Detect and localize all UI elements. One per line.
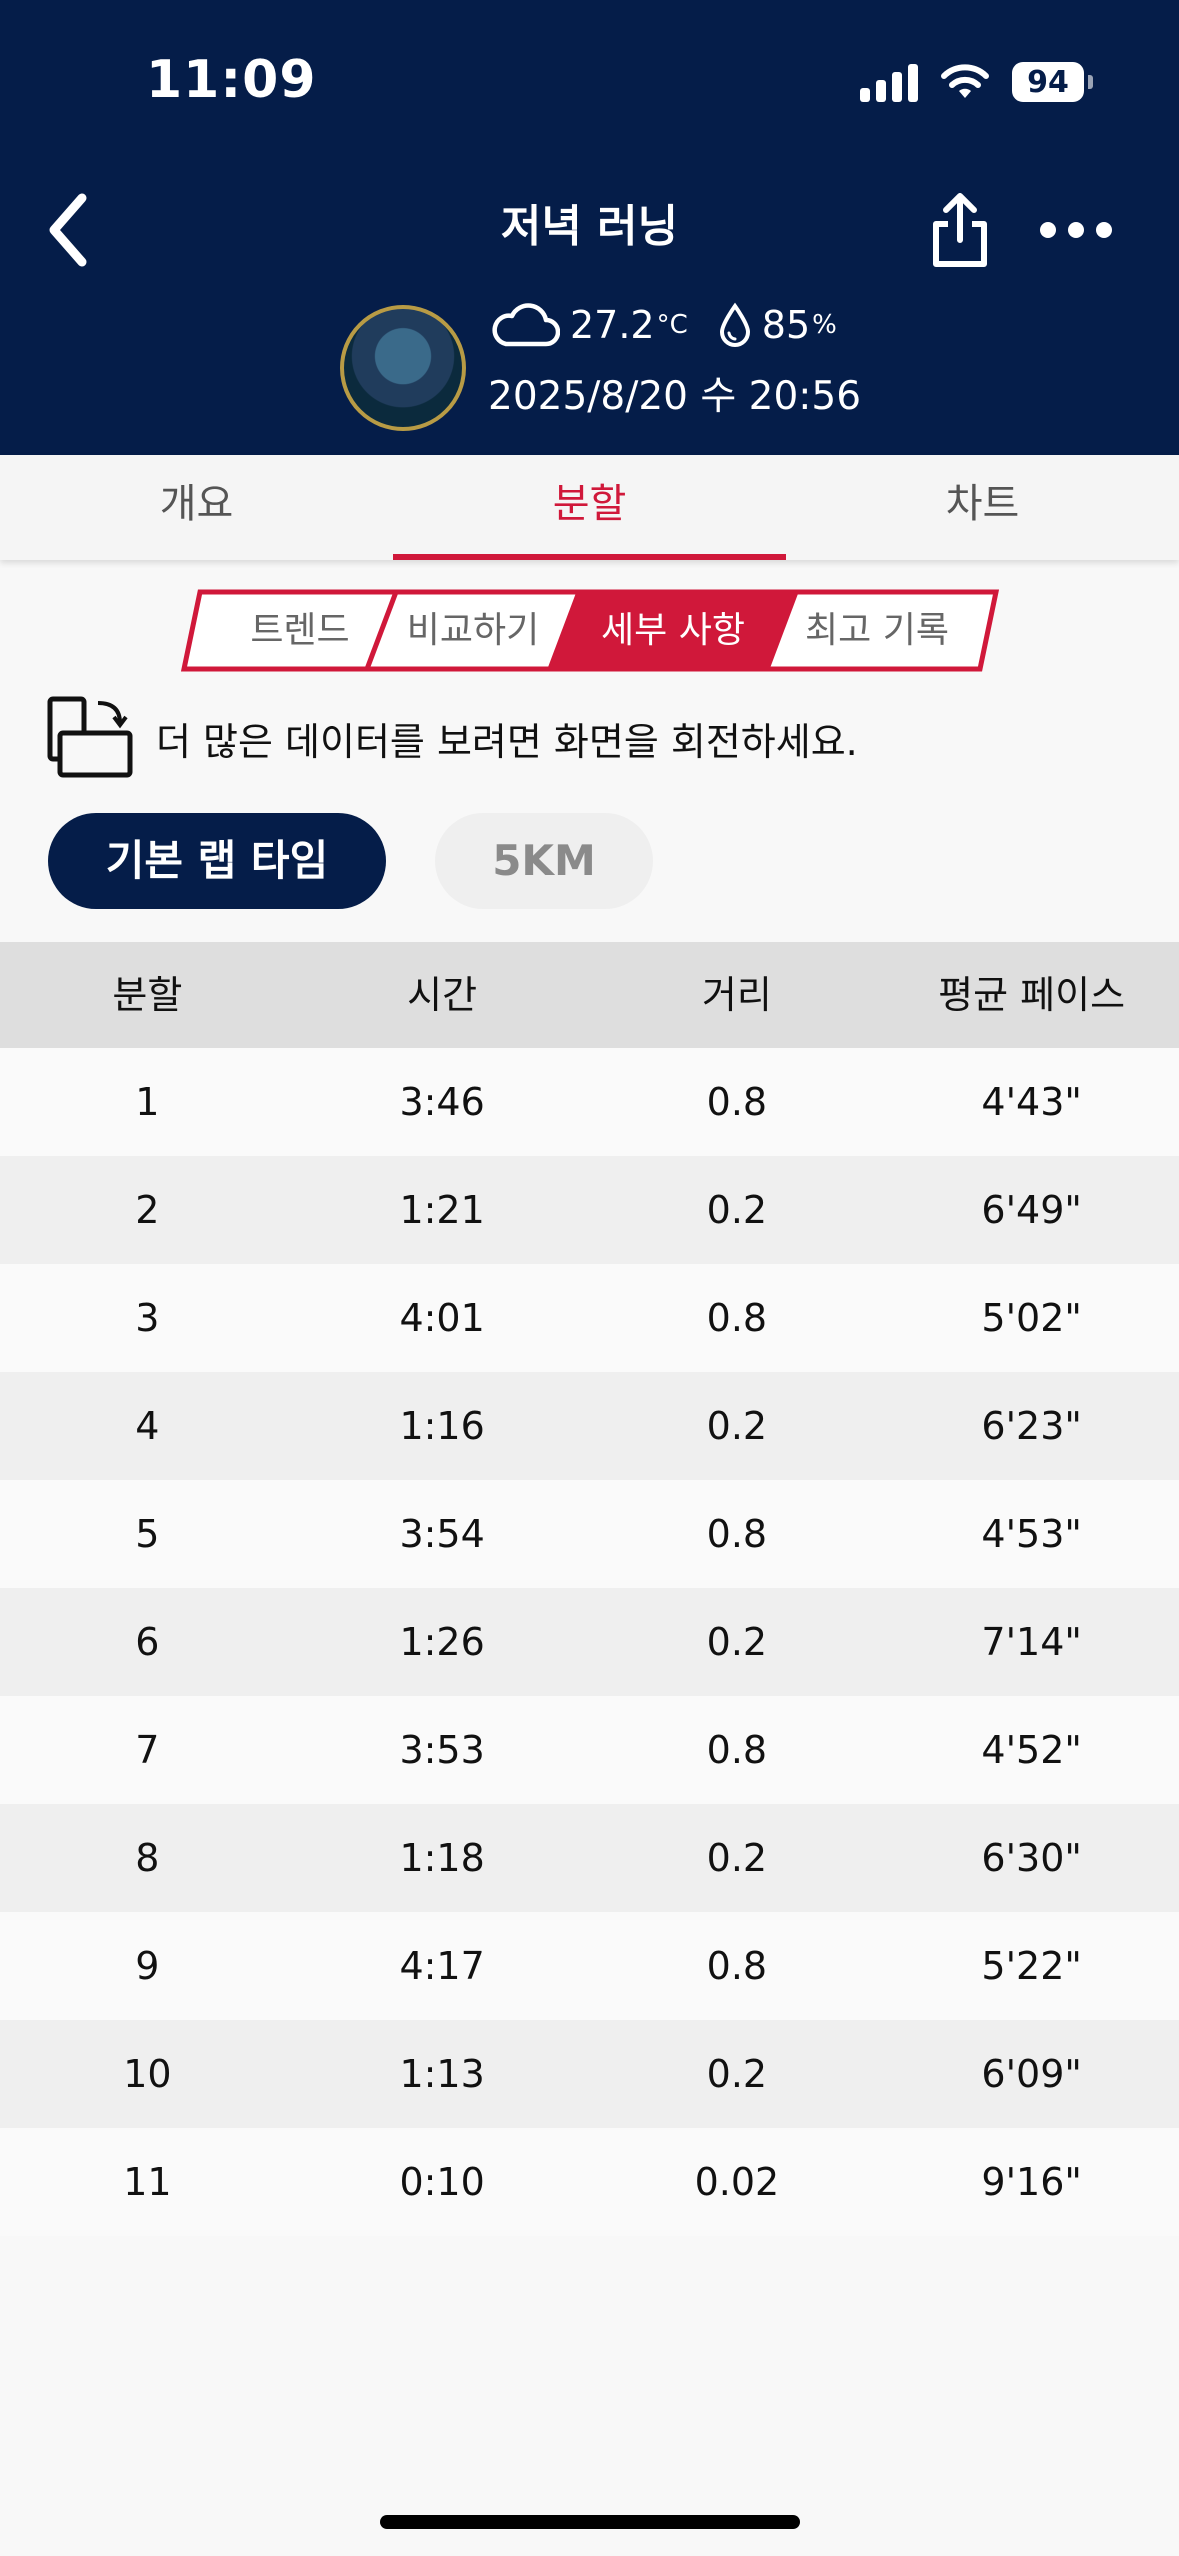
main-tabs: 개요 분할 차트: [0, 455, 1179, 560]
temperature-unit: °C: [656, 310, 688, 340]
table-row: 6 1:26 0.2 7'14": [0, 1588, 1179, 1696]
humidity-unit: %: [812, 310, 837, 340]
temperature-value: 27.2: [570, 303, 655, 347]
home-indicator: [380, 2515, 800, 2529]
split-number: 7: [135, 1728, 160, 1772]
split-number: 10: [123, 2052, 172, 2096]
header-avg-pace: 평균 페이스: [938, 973, 1126, 1017]
split-distance: 0.2: [706, 1620, 768, 1664]
split-distance: 0.2: [706, 2052, 768, 2096]
segment-control: 트렌드 비교하기 세부 사항 최고 기록: [180, 589, 1000, 672]
header-split: 분할: [112, 973, 183, 1017]
cloud-icon: [492, 303, 560, 347]
split-number: 9: [135, 1944, 160, 1988]
humidity-drop-icon: [719, 302, 750, 347]
split-time: 4:01: [399, 1296, 485, 1340]
split-time: 1:16: [399, 1404, 485, 1448]
split-number: 5: [135, 1512, 160, 1556]
split-distance: 0.2: [706, 1404, 768, 1448]
segment-details[interactable]: 세부 사항: [601, 610, 745, 651]
split-distance: 0.8: [706, 1296, 768, 1340]
split-time: 3:53: [399, 1728, 485, 1772]
weather-info: 27.2 °C 85%: [488, 300, 837, 350]
tab-overview[interactable]: 개요: [0, 455, 393, 560]
split-pace: 4'53": [981, 1512, 1082, 1556]
split-distance: 0.8: [706, 1728, 768, 1772]
split-distance: 0.8: [706, 1944, 768, 1988]
split-pace: 5'02": [981, 1296, 1082, 1340]
split-number: 3: [135, 1296, 160, 1340]
splits-table: 분할 시간 거리 평균 페이스 1 3:46 0.8 4'43" 2 1:21 0.2 6'4…: [0, 942, 1179, 2236]
share-button[interactable]: [928, 190, 992, 270]
rotate-hint: 더 많은 데이터를 보려면 화면을 회전하세요.: [44, 695, 858, 781]
split-pace: 4'52": [981, 1728, 1082, 1772]
five-km-button[interactable]: 5KM: [435, 813, 653, 909]
battery-indicator: 94: [1012, 62, 1093, 102]
split-time: 4:17: [399, 1944, 485, 1988]
split-pace: 9'16": [981, 2160, 1082, 2204]
split-time: 3:54: [399, 1512, 485, 1556]
segment-trend[interactable]: 트렌드: [250, 610, 349, 651]
wifi-icon: [941, 64, 989, 98]
split-pace: 6'30": [981, 1836, 1082, 1880]
split-number: 2: [135, 1188, 160, 1232]
split-distance: 0.02: [694, 2160, 780, 2204]
tab-charts[interactable]: 차트: [786, 455, 1179, 560]
split-distance: 0.2: [706, 1188, 768, 1232]
svg-text:비교하기: 비교하기: [407, 610, 539, 651]
svg-text:트렌드: 트렌드: [250, 610, 349, 651]
split-pace: 6'09": [981, 2052, 1082, 2096]
rotate-hint-text: 더 많은 데이터를 보려면 화면을 회전하세요.: [156, 719, 858, 764]
table-row: 4 1:16 0.2 6'23": [0, 1372, 1179, 1480]
table-row: 3 4:01 0.8 5'02": [0, 1264, 1179, 1372]
split-number: 11: [123, 2160, 172, 2204]
table-row: 1 3:46 0.8 4'43": [0, 1048, 1179, 1156]
split-pace: 5'22": [981, 1944, 1082, 1988]
split-distance: 0.2: [706, 1836, 768, 1880]
split-pace: 7'14": [981, 1620, 1082, 1664]
split-time: 1:18: [399, 1836, 485, 1880]
split-distance: 0.8: [706, 1512, 768, 1556]
split-number: 4: [135, 1404, 160, 1448]
split-time: 1:26: [399, 1620, 485, 1664]
table-row: 9 4:17 0.8 5'22": [0, 1912, 1179, 2020]
split-distance: 0.8: [706, 1080, 768, 1124]
split-time: 1:21: [399, 1188, 485, 1232]
table-row: 2 1:21 0.2 6'49": [0, 1156, 1179, 1264]
split-time: 1:13: [399, 2052, 485, 2096]
status-time: 11:09: [146, 50, 317, 110]
tab-splits[interactable]: 분할: [393, 455, 786, 560]
rotate-screen-icon: [47, 696, 133, 778]
split-number: 1: [135, 1080, 160, 1124]
segment-best-records[interactable]: 최고 기록: [805, 610, 949, 651]
cellular-signal-icon: [860, 62, 918, 102]
split-time: 3:46: [399, 1080, 485, 1124]
segment-compare[interactable]: 비교하기: [407, 610, 539, 651]
svg-text:최고 기록: 최고 기록: [805, 610, 949, 651]
header-distance: 거리: [701, 973, 772, 1017]
split-number: 8: [135, 1836, 160, 1880]
split-number: 6: [135, 1620, 160, 1664]
page-title: 저녁 러닝: [500, 201, 679, 252]
status-icons: 94: [860, 62, 1093, 102]
split-pace: 6'23": [981, 1404, 1082, 1448]
split-time: 0:10: [399, 2160, 485, 2204]
table-row: 8 1:18 0.2 6'30": [0, 1804, 1179, 1912]
table-row: 10 1:13 0.2 6'09": [0, 2020, 1179, 2128]
more-options-button[interactable]: [1040, 200, 1160, 260]
basic-lap-time-button[interactable]: 기본 랩 타임: [48, 813, 386, 909]
svg-text:세부 사항: 세부 사항: [601, 610, 745, 651]
split-pace: 6'49": [981, 1188, 1082, 1232]
activity-datetime: 2025/8/20 수 20:56: [488, 374, 862, 419]
table-row: 7 3:53 0.8 4'52": [0, 1696, 1179, 1804]
table-header: 분할 시간 거리 평균 페이스: [0, 942, 1179, 1048]
avatar[interactable]: [340, 305, 466, 431]
header: 11:09 94 저녁 러닝 27.2 °C 85% 2025/8/20 수 20…: [0, 0, 1179, 455]
table-row: 11 0:10 0.02 9'16": [0, 2128, 1179, 2236]
table-row: 5 3:54 0.8 4'53": [0, 1480, 1179, 1588]
split-pace: 4'43": [981, 1080, 1082, 1124]
header-time: 시간: [407, 973, 478, 1017]
humidity-value: 85: [761, 303, 811, 347]
